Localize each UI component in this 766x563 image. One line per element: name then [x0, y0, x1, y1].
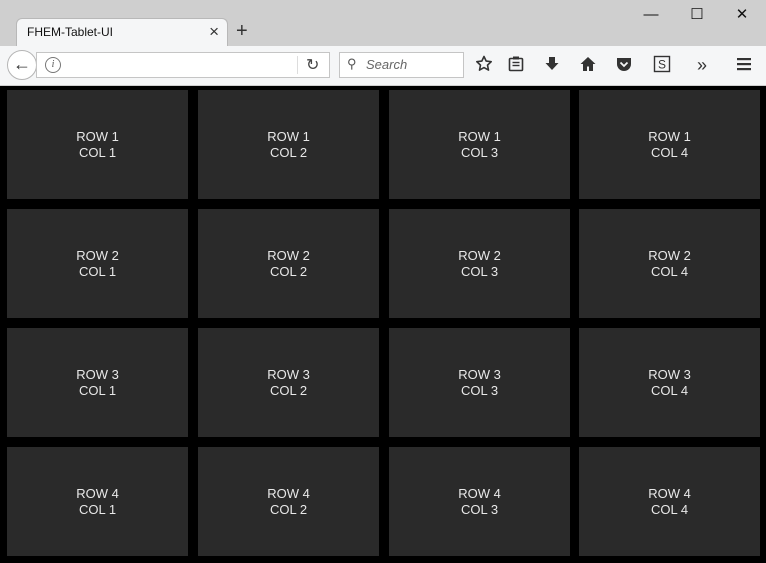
cell-col-label: COL 3 — [460, 501, 499, 517]
tab-title: FHEM-Tablet-UI — [27, 25, 114, 39]
close-tab-icon[interactable]: × — [209, 22, 219, 42]
extension-s-icon[interactable]: S — [652, 55, 672, 75]
home-icon[interactable] — [578, 55, 598, 75]
navigation-toolbar: ← i ↻ ⚲ Search S » — [0, 46, 766, 86]
cell-row-label: ROW 1 — [648, 128, 691, 144]
new-tab-button[interactable]: + — [236, 20, 248, 42]
tablet-ui-grid: ROW 1 COL 1 ROW 1 COL 2 ROW 1 COL 3 ROW 1 COL 4… — [0, 86, 766, 563]
grid-cell[interactable]: ROW 4 COL 1 — [7, 447, 188, 556]
grid-cell[interactable]: ROW 3 COL 3 — [389, 328, 570, 437]
cell-col-label: COL 4 — [650, 501, 689, 517]
grid-cell[interactable]: ROW 3 COL 2 — [198, 328, 379, 437]
cell-col-label: COL 4 — [650, 382, 689, 398]
cell-row-label: ROW 4 — [267, 485, 310, 501]
tab-fhem-tablet-ui[interactable]: FHEM-Tablet-UI × — [16, 18, 228, 46]
cell-col-label: COL 3 — [460, 144, 499, 160]
grid-cell[interactable]: ROW 2 COL 1 — [7, 209, 188, 318]
cell-row-label: ROW 3 — [267, 366, 310, 382]
grid-cell[interactable]: ROW 1 COL 3 — [389, 90, 570, 199]
close-window-button[interactable]: ✕ — [727, 4, 757, 26]
reload-icon[interactable]: ↻ — [306, 55, 319, 75]
cell-row-label: ROW 4 — [648, 485, 691, 501]
cell-col-label: COL 1 — [78, 501, 117, 517]
grid-cell[interactable]: ROW 2 COL 2 — [198, 209, 379, 318]
cell-row-label: ROW 2 — [648, 247, 691, 263]
grid-cell[interactable]: ROW 1 COL 2 — [198, 90, 379, 199]
cell-col-label: COL 4 — [650, 144, 689, 160]
cell-col-label: COL 2 — [269, 501, 308, 517]
grid-cell[interactable]: ROW 2 COL 3 — [389, 209, 570, 318]
cell-col-label: COL 2 — [269, 144, 308, 160]
cell-row-label: ROW 3 — [458, 366, 501, 382]
back-button[interactable]: ← — [7, 50, 37, 80]
cell-col-label: COL 4 — [650, 263, 689, 279]
cell-col-label: COL 1 — [78, 144, 117, 160]
grid-cell[interactable]: ROW 4 COL 4 — [579, 447, 760, 556]
cell-row-label: ROW 2 — [76, 247, 119, 263]
grid-cell[interactable]: ROW 4 COL 2 — [198, 447, 379, 556]
search-bar[interactable]: ⚲ Search — [339, 52, 464, 78]
cell-col-label: COL 1 — [78, 263, 117, 279]
search-input[interactable]: Search — [366, 57, 407, 72]
bookmark-star-icon[interactable] — [474, 55, 494, 75]
cell-row-label: ROW 3 — [648, 366, 691, 382]
minimize-button[interactable]: — — [636, 4, 666, 26]
cell-row-label: ROW 3 — [76, 366, 119, 382]
grid-cell[interactable]: ROW 1 COL 1 — [7, 90, 188, 199]
grid-cell[interactable]: ROW 2 COL 4 — [579, 209, 760, 318]
url-divider — [297, 56, 298, 74]
grid-cell[interactable]: ROW 3 COL 4 — [579, 328, 760, 437]
cell-col-label: COL 3 — [460, 382, 499, 398]
search-icon: ⚲ — [347, 56, 357, 71]
svg-text:S: S — [658, 58, 666, 72]
cell-row-label: ROW 4 — [458, 485, 501, 501]
pocket-icon[interactable] — [614, 55, 634, 75]
info-icon[interactable]: i — [45, 57, 61, 73]
url-bar[interactable]: i ↻ — [36, 52, 330, 78]
cell-col-label: COL 2 — [269, 382, 308, 398]
hamburger-menu-icon[interactable] — [734, 55, 754, 75]
cell-row-label: ROW 1 — [458, 128, 501, 144]
grid-cell[interactable]: ROW 1 COL 4 — [579, 90, 760, 199]
cell-row-label: ROW 1 — [267, 128, 310, 144]
cell-col-label: COL 3 — [460, 263, 499, 279]
cell-col-label: COL 1 — [78, 382, 117, 398]
grid-cell[interactable]: ROW 3 COL 1 — [7, 328, 188, 437]
overflow-menu-button[interactable]: » — [692, 55, 712, 75]
grid-cell[interactable]: ROW 4 COL 3 — [389, 447, 570, 556]
cell-row-label: ROW 1 — [76, 128, 119, 144]
cell-row-label: ROW 4 — [76, 485, 119, 501]
back-arrow-icon: ← — [13, 54, 31, 74]
title-bar: FHEM-Tablet-UI × + — ☐ ✕ — [0, 0, 766, 46]
download-icon[interactable] — [542, 55, 562, 75]
cell-col-label: COL 2 — [269, 263, 308, 279]
cell-row-label: ROW 2 — [458, 247, 501, 263]
maximize-button[interactable]: ☐ — [682, 4, 712, 26]
bookmarks-library-icon[interactable] — [506, 55, 526, 75]
cell-row-label: ROW 2 — [267, 247, 310, 263]
